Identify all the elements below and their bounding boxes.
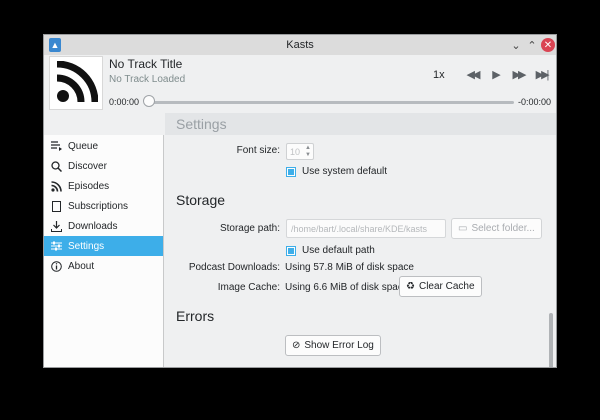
show-error-log-label: Show Error Log [304, 340, 374, 351]
clear-cache-button[interactable]: ♻ Clear Cache [399, 276, 482, 297]
sidebar-item-label: Subscriptions [68, 200, 129, 212]
use-system-default-label: Use system default [302, 166, 388, 177]
sidebar-item-subscriptions[interactable]: Subscriptions [44, 196, 163, 216]
podcast-cover [49, 56, 103, 110]
storage-path-label: Storage path: [219, 223, 280, 234]
sidebar-item-label: Episodes [68, 180, 110, 192]
spin-arrows-icon: ▲ ▼ [305, 145, 311, 158]
skip-forward-icon[interactable]: ▶▶ [510, 67, 527, 81]
queue-icon [49, 141, 63, 151]
sidebar-item-discover[interactable]: Discover [44, 156, 163, 176]
time-remaining: -0:00:00 [518, 97, 552, 107]
progress-slider-handle[interactable] [143, 95, 155, 107]
font-size-value: 10 [290, 146, 301, 157]
sidebar: Queue Discover Episodes Subscriptions Do… [44, 135, 164, 367]
storage-path-input[interactable]: /home/bart/.local/share/KDE/kasts [286, 219, 446, 238]
kasts-window: ▲ Kasts ⌄ ⌃ ✕ No Track Title No Track Lo… [43, 34, 557, 368]
track-title: No Track Title [109, 57, 183, 71]
folder-icon: ▭ [458, 223, 468, 234]
app-icon: ▲ [49, 38, 61, 52]
settings-icon [49, 241, 63, 251]
minimize-button[interactable]: ⌄ [509, 38, 523, 52]
sidebar-item-episodes[interactable]: Episodes [44, 176, 163, 196]
sidebar-item-label: Queue [68, 140, 99, 152]
close-button[interactable]: ✕ [541, 38, 555, 52]
search-icon [49, 160, 63, 172]
clear-icon: ♻ [406, 281, 415, 292]
checkbox-checked-icon [286, 245, 296, 256]
window-title: Kasts [286, 39, 314, 51]
sidebar-item-about[interactable]: About [44, 256, 163, 276]
page-header: Settings [165, 113, 556, 135]
storage-heading: Storage [176, 192, 226, 208]
rss-icon [56, 61, 98, 103]
maximize-button[interactable]: ⌃ [525, 38, 539, 52]
sidebar-item-label: About [68, 260, 95, 272]
sidebar-item-settings[interactable]: Settings [44, 236, 163, 256]
download-icon [49, 220, 63, 232]
use-default-path-label: Use default path [302, 245, 375, 256]
rss-icon [49, 180, 63, 192]
select-folder-label: Select folder... [471, 223, 535, 234]
sidebar-item-queue[interactable]: Queue [44, 136, 163, 156]
document-icon [49, 200, 63, 212]
clear-cache-label: Clear Cache [418, 281, 475, 292]
skip-backward-icon[interactable]: ◀◀ [464, 67, 481, 81]
storage-path-value: /home/bart/.local/share/KDE/kasts [291, 223, 428, 234]
sidebar-item-label: Downloads [68, 220, 118, 232]
title-bar[interactable]: ▲ Kasts ⌄ ⌃ ✕ [44, 35, 556, 55]
play-icon[interactable]: ▶ [487, 67, 503, 81]
errors-heading: Errors [176, 308, 215, 324]
forbidden-icon: ⊘ [292, 340, 301, 351]
sidebar-item-label: Discover [68, 160, 107, 172]
track-subtitle: No Track Loaded [109, 74, 186, 85]
settings-page: Settings Font size: 10 ▲ ▼ Use system def… [165, 113, 556, 367]
playback-rate-button[interactable]: 1x [433, 69, 445, 81]
sidebar-item-downloads[interactable]: Downloads [44, 216, 163, 236]
use-default-path-checkbox[interactable]: Use default path [286, 245, 375, 256]
image-cache-label: Image Cache: [217, 282, 280, 293]
podcast-downloads-label: Podcast Downloads: [188, 262, 280, 273]
font-size-spinbox[interactable]: 10 ▲ ▼ [286, 143, 314, 160]
podcast-downloads-value: Using 57.8 MiB of disk space [285, 262, 414, 273]
show-error-log-button[interactable]: ⊘ Show Error Log [285, 335, 381, 356]
next-track-icon[interactable]: ▶▶| [533, 67, 550, 81]
use-system-default-checkbox[interactable]: Use system default [286, 166, 387, 177]
progress-slider[interactable] [148, 101, 514, 104]
scrollbar-thumb[interactable] [549, 313, 553, 367]
page-title: Settings [176, 116, 227, 132]
select-folder-button[interactable]: ▭ Select folder... [451, 218, 542, 239]
checkbox-checked-icon [286, 166, 296, 177]
image-cache-value: Using 6.6 MiB of disk space [285, 282, 409, 293]
sidebar-item-label: Settings [68, 240, 105, 252]
font-size-label: Font size: [236, 145, 280, 156]
time-elapsed: 0:00:00 [109, 97, 140, 107]
info-icon [49, 260, 63, 272]
